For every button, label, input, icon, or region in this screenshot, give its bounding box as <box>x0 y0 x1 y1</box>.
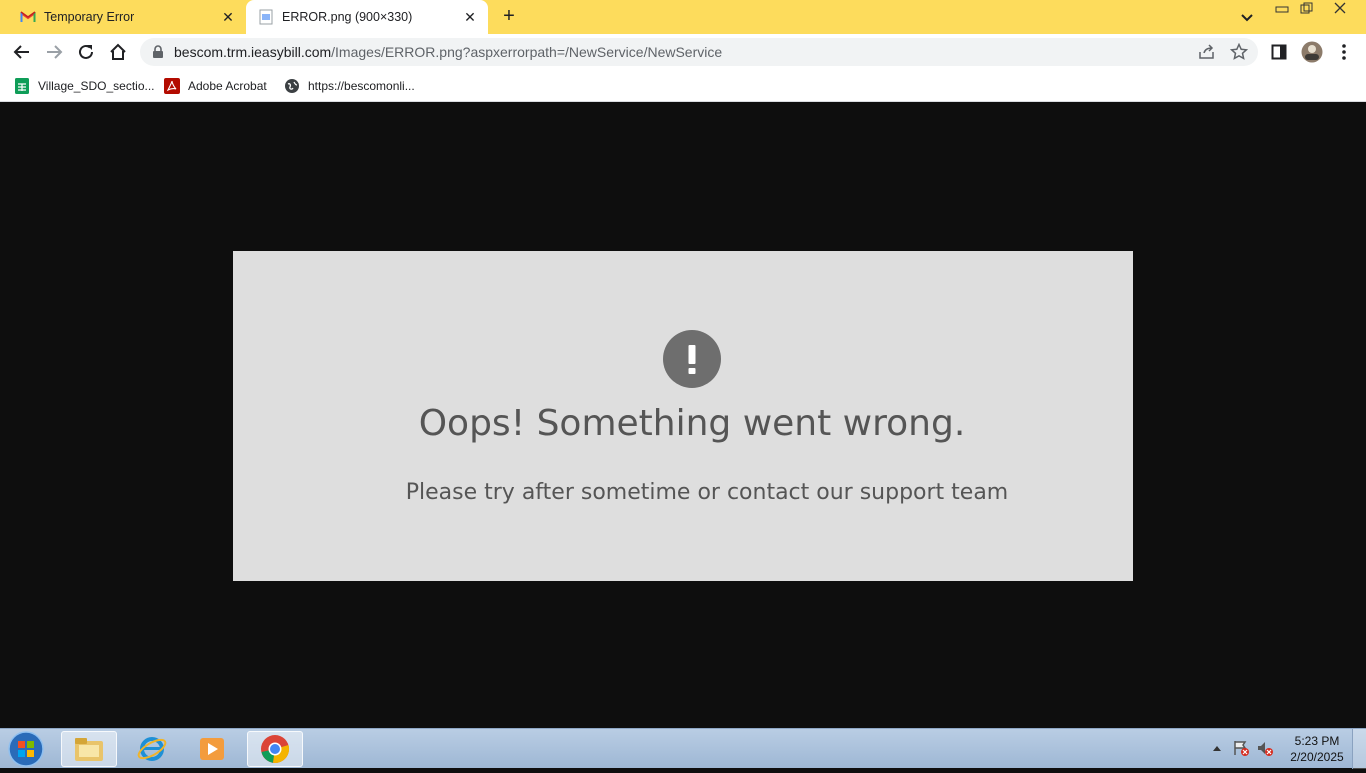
chrome-icon[interactable] <box>247 731 303 767</box>
close-tab-icon[interactable]: ✕ <box>462 9 478 25</box>
show-desktop-button[interactable] <box>1352 729 1366 769</box>
show-hidden-icons-icon[interactable] <box>1206 737 1228 759</box>
action-center-flag-icon[interactable] <box>1230 737 1252 759</box>
acrobat-icon <box>164 78 180 94</box>
bookmark-label: Adobe Acrobat <box>188 79 267 93</box>
chevron-down-icon[interactable] <box>1238 8 1256 26</box>
tab-title: Temporary Error <box>44 10 135 24</box>
image-viewer: Oops! Something went wrong. Please try a… <box>0 103 1366 728</box>
tab-temporary-error[interactable]: Temporary Error ✕ <box>8 0 246 34</box>
side-panel-icon[interactable] <box>1267 40 1291 64</box>
bookmark-star-icon[interactable] <box>1229 42 1249 66</box>
forward-icon[interactable] <box>42 40 66 64</box>
close-window-button[interactable] <box>1326 0 1354 16</box>
error-title: Oops! Something went wrong. <box>418 403 966 444</box>
home-icon[interactable] <box>106 40 130 64</box>
restore-window-button[interactable] <box>1292 0 1320 16</box>
address-bar[interactable]: bescom.trm.ieasybill.com/Images/ERROR.pn… <box>140 38 1258 66</box>
tab-error-png[interactable]: ERROR.png (900×330) ✕ <box>246 0 488 34</box>
browser-toolbar: bescom.trm.ieasybill.com/Images/ERROR.pn… <box>0 34 1366 70</box>
image-file-icon <box>258 9 274 25</box>
volume-muted-icon[interactable] <box>1254 737 1276 759</box>
file-explorer-icon[interactable] <box>61 731 117 767</box>
bookmark-label: Village_SDO_sectio... <box>38 79 155 93</box>
tab-title: ERROR.png (900×330) <box>282 10 413 24</box>
taskbar: 5:23 PM 2/20/2025 <box>0 728 1366 769</box>
start-button[interactable] <box>6 730 46 768</box>
url-text: bescom.trm.ieasybill.com/Images/ERROR.pn… <box>174 44 722 60</box>
internet-explorer-icon[interactable] <box>124 731 180 767</box>
clock-time: 5:23 PM <box>1294 734 1340 748</box>
lock-icon[interactable] <box>152 45 164 64</box>
tab-strip: Temporary Error ✕ ERROR.png (900×330) ✕ … <box>0 0 1366 34</box>
bookmark-label: https://bescomonli... <box>308 79 415 93</box>
new-tab-button[interactable]: + <box>498 6 520 27</box>
globe-icon <box>284 78 300 94</box>
bookmark-village-sdo[interactable]: Village_SDO_sectio... <box>14 76 155 96</box>
error-message: Please try after sometime or contact our… <box>405 480 1009 505</box>
exclamation-icon <box>663 330 721 388</box>
close-tab-icon[interactable]: ✕ <box>220 9 236 25</box>
bookmark-adobe-acrobat[interactable]: Adobe Acrobat <box>164 76 267 96</box>
media-player-icon[interactable] <box>184 731 240 767</box>
url-host: bescom.trm.ieasybill.com <box>174 44 332 60</box>
gmail-icon <box>20 9 36 25</box>
reload-icon[interactable] <box>74 40 98 64</box>
url-path: /Images/ERROR.png?aspxerrorpath=/NewServ… <box>331 44 723 60</box>
share-icon[interactable] <box>1198 44 1216 65</box>
back-icon[interactable] <box>10 40 34 64</box>
clock-date: 2/20/2025 <box>1290 750 1344 764</box>
menu-icon[interactable] <box>1332 40 1356 64</box>
google-sheets-icon <box>14 78 30 94</box>
bookmark-bescomonline[interactable]: https://bescomonli... <box>284 76 415 96</box>
system-clock[interactable]: 5:23 PM 2/20/2025 <box>1282 733 1352 765</box>
error-image[interactable]: Oops! Something went wrong. Please try a… <box>233 251 1133 581</box>
avatar[interactable] <box>1300 40 1324 64</box>
bookmarks-bar: Village_SDO_sectio... Adobe Acrobat http… <box>0 70 1366 102</box>
